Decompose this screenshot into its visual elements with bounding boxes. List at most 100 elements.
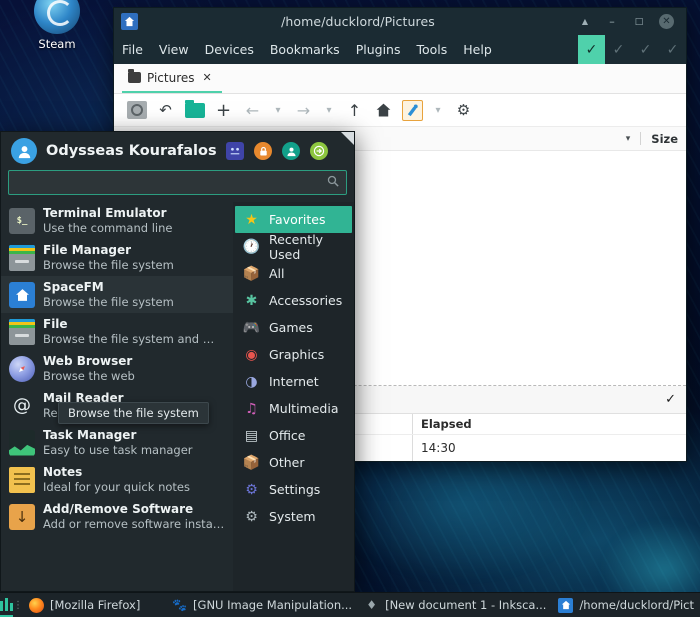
list-item[interactable]: File Browse the file system and mana... (1, 313, 233, 350)
new-tab-button[interactable]: + (209, 98, 238, 123)
app-description: Add or remove software installed... (43, 517, 225, 531)
app-description: Easy to use task manager (43, 443, 193, 457)
list-item[interactable]: File Manager Browse the file system (1, 239, 233, 276)
transfer-confirm-icon[interactable]: ✓ (665, 392, 676, 407)
menu-help[interactable]: Help (455, 35, 500, 64)
taskbar-grip[interactable]: ⋮ (13, 600, 23, 611)
list-item[interactable]: Notes Ideal for your quick notes (1, 461, 233, 498)
devices-button[interactable] (122, 98, 151, 123)
minimize-button[interactable]: – (605, 15, 619, 29)
terminal-icon: $_ (9, 208, 35, 234)
category-label: Multimedia (269, 401, 339, 416)
up-button[interactable]: ↑ (340, 98, 369, 123)
notes-icon (9, 467, 35, 493)
application-list[interactable]: $_ Terminal Emulator Use the command lin… (1, 202, 233, 591)
category-favorites[interactable]: ★ Favorites (235, 206, 352, 233)
menu-view[interactable]: View (151, 35, 197, 64)
category-other[interactable]: 📦 Other (235, 449, 352, 476)
gimp-icon: 🐾 (172, 598, 187, 613)
category-list[interactable]: ★ Favorites 🕐 Recently Used 📦 All ✱ Acce… (233, 202, 354, 591)
category-label: Other (269, 455, 305, 470)
lock-icon[interactable] (254, 142, 272, 160)
tab-close-icon[interactable]: ✕ (203, 71, 212, 84)
disk-icon (127, 101, 147, 119)
settings-icon[interactable] (226, 142, 244, 160)
sort-caret-icon[interactable]: ▾ (626, 134, 631, 144)
list-item[interactable]: Web Browser Browse the web (1, 350, 233, 387)
search-box[interactable] (8, 170, 347, 195)
menu-devices[interactable]: Devices (197, 35, 262, 64)
internet-icon: ◑ (242, 372, 261, 391)
panel-1-toggle[interactable]: ✓ (578, 35, 605, 64)
refresh-icon: ↶ (159, 101, 172, 119)
user-icon[interactable] (282, 142, 300, 160)
forward-button[interactable]: → (289, 98, 318, 123)
back-history-button[interactable]: ▾ (267, 98, 289, 123)
desktop-icon-steam[interactable]: Steam (18, 0, 96, 51)
category-system[interactable]: ⚙ System (235, 503, 352, 530)
panel-3-toggle[interactable]: ✓ (632, 35, 659, 64)
taskbar-item-inkscape[interactable]: ♦ [New document 1 - Inksca... (358, 593, 552, 617)
window-title: /home/ducklord/Pictures (138, 14, 578, 29)
applications-menu-icon[interactable] (0, 593, 13, 617)
close-button[interactable]: ✕ (659, 14, 674, 29)
back-button[interactable]: ← (238, 98, 267, 123)
taskbar-item-spacefm[interactable]: /home/ducklord/Pict (552, 593, 700, 617)
forward-history-button[interactable]: ▾ (318, 98, 340, 123)
open-terminal-button[interactable] (398, 98, 427, 123)
window-titlebar[interactable]: /home/ducklord/Pictures ▲ – □ ✕ (114, 8, 686, 35)
spacefm-icon (558, 598, 573, 613)
list-item[interactable]: SpaceFM Browse the file system (1, 276, 233, 313)
maximize-button[interactable]: □ (632, 15, 646, 29)
home-button[interactable] (369, 98, 398, 123)
list-item[interactable]: Task Manager Easy to use task manager (1, 424, 233, 461)
search-input[interactable] (16, 176, 327, 190)
category-graphics[interactable]: ◉ Graphics (235, 341, 352, 368)
category-accessories[interactable]: ✱ Accessories (235, 287, 352, 314)
settings-button[interactable]: ⚙ (449, 98, 478, 123)
category-all[interactable]: 📦 All (235, 260, 352, 287)
settings-icon: ⚙ (242, 480, 261, 499)
system-icon: ⚙ (242, 507, 261, 526)
search-icon[interactable] (327, 175, 339, 190)
panel-4-toggle[interactable]: ✓ (659, 35, 686, 64)
logout-icon[interactable] (310, 142, 328, 160)
app-description: Browse the file system and mana... (43, 332, 223, 346)
application-menu[interactable]: Odysseas Kourafalos (0, 131, 355, 592)
app-description: Browse the file system (43, 258, 174, 272)
search-container (1, 170, 354, 202)
menu-plugins[interactable]: Plugins (348, 35, 409, 64)
open-menu-button[interactable]: ▾ (427, 98, 449, 123)
menu-tools[interactable]: Tools (408, 35, 455, 64)
category-games[interactable]: 🎮 Games (235, 314, 352, 341)
resize-grip-icon[interactable] (341, 132, 354, 145)
transfer-header-elapsed[interactable]: Elapsed (412, 414, 502, 434)
column-header-size[interactable]: Size (651, 132, 678, 146)
taskbar-item-gimp[interactable]: 🐾 [GNU Image Manipulation... (166, 593, 358, 617)
addremove-icon: ↓ (9, 504, 35, 530)
menu-bookmarks[interactable]: Bookmarks (262, 35, 348, 64)
app-description: Browse the file system (43, 295, 174, 309)
shade-button[interactable]: ▲ (578, 15, 592, 29)
taskbar: ⋮ [Mozilla Firefox] 🐾 [GNU Image Manipul… (0, 592, 700, 617)
username-label: Odysseas Kourafalos (46, 143, 217, 159)
refresh-button[interactable]: ↶ (151, 98, 180, 123)
graphics-icon: ◉ (242, 345, 261, 364)
all-icon: 📦 (242, 264, 261, 283)
clock-icon: 🕐 (242, 237, 261, 256)
tab-pictures[interactable]: Pictures ✕ (122, 64, 222, 93)
taskbar-item-firefox[interactable]: [Mozilla Firefox] (23, 593, 146, 617)
category-office[interactable]: ▤ Office (235, 422, 352, 449)
office-icon: ▤ (242, 426, 261, 445)
menu-file[interactable]: File (114, 35, 151, 64)
category-settings[interactable]: ⚙ Settings (235, 476, 352, 503)
category-recently-used[interactable]: 🕐 Recently Used (235, 233, 352, 260)
category-internet[interactable]: ◑ Internet (235, 368, 352, 395)
category-multimedia[interactable]: ♫ Multimedia (235, 395, 352, 422)
list-item[interactable]: $_ Terminal Emulator Use the command lin… (1, 202, 233, 239)
panel-2-toggle[interactable]: ✓ (605, 35, 632, 64)
app-description: Ideal for your quick notes (43, 480, 190, 494)
list-item[interactable]: ↓ Add/Remove Software Add or remove soft… (1, 498, 233, 535)
inkscape-icon: ♦ (364, 598, 379, 613)
new-folder-button[interactable] (180, 98, 209, 123)
